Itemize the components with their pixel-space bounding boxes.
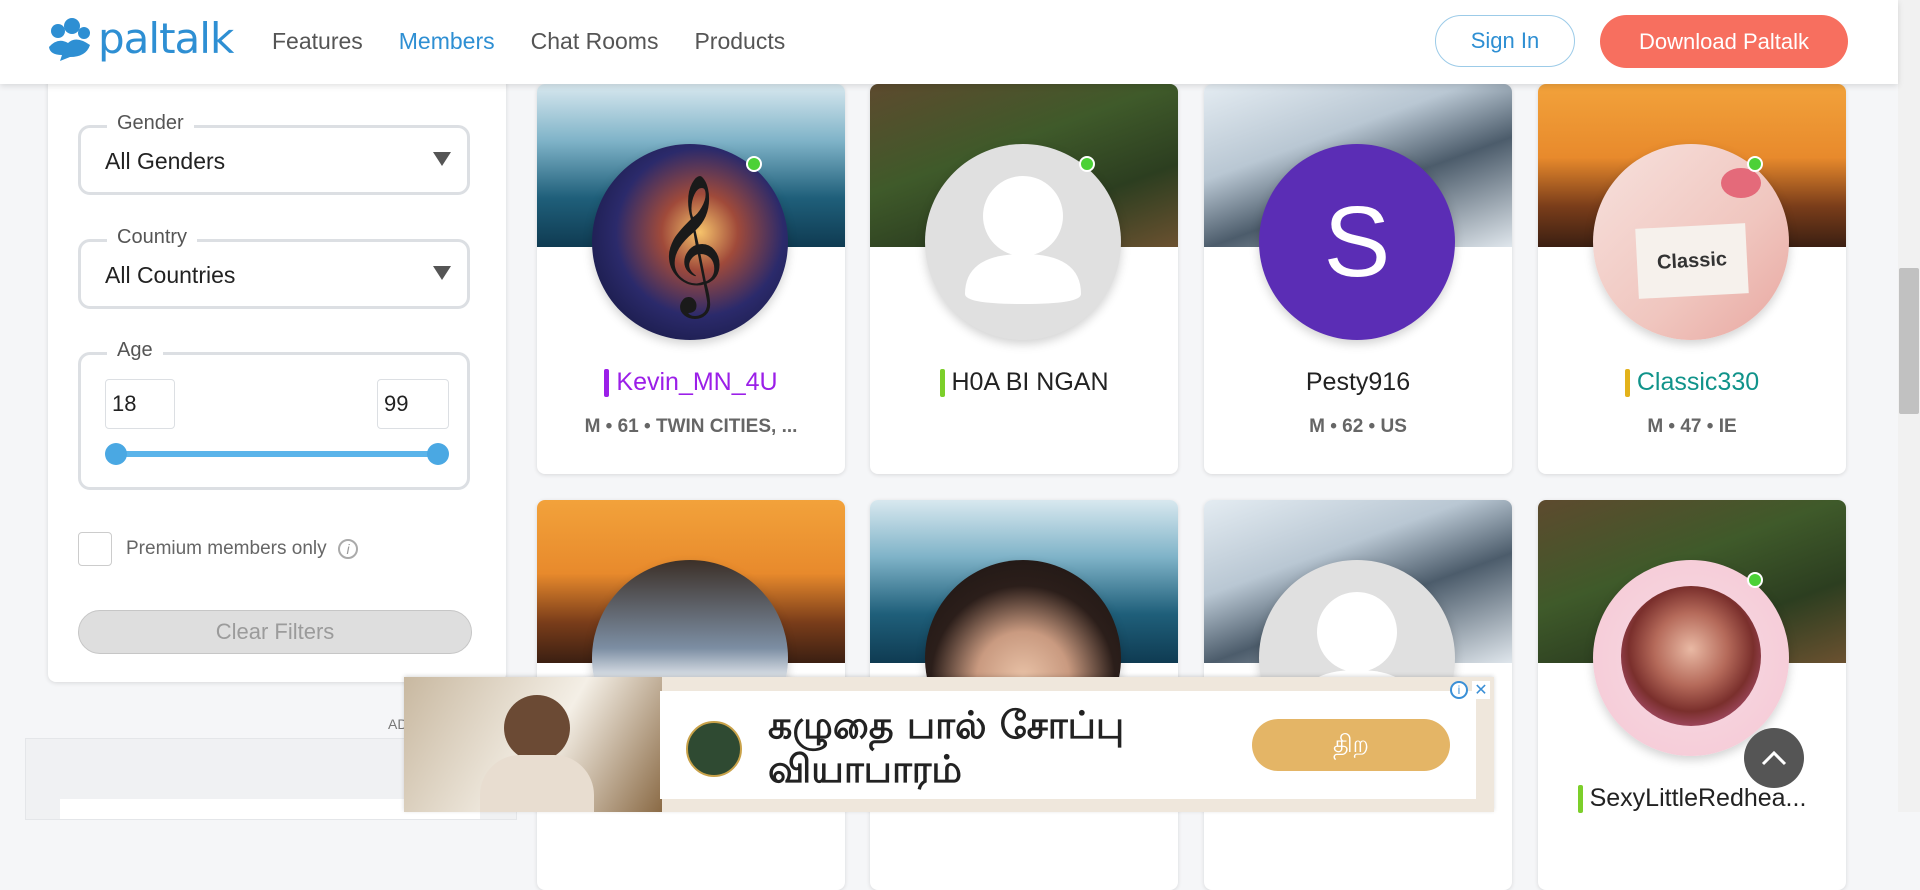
- ad-info-icon[interactable]: i: [1450, 681, 1468, 699]
- ad-content: கழுதை பால் சோப்பு வியாபாரம் திற: [660, 691, 1476, 799]
- default-user-icon: [965, 176, 1081, 304]
- member-details: M • 61 • TWIN CITIES, ...: [584, 416, 798, 437]
- member-card[interactable]: Classic Classic330 M • 47 • IE: [1538, 84, 1846, 474]
- main-nav: Features Members Chat Rooms Products: [272, 28, 821, 55]
- sign-in-button[interactable]: Sign In: [1435, 15, 1575, 67]
- premium-label: Premium members only: [126, 538, 327, 559]
- name-bar: [1577, 784, 1583, 813]
- member-name-text: SexyLittleRedhea...: [1589, 784, 1807, 812]
- scroll-to-top-button[interactable]: [1744, 728, 1804, 788]
- online-indicator: [746, 156, 762, 172]
- avatar: Classic: [1593, 144, 1789, 340]
- top-navigation-bar: paltalk Features Members Chat Rooms Prod…: [0, 0, 1898, 84]
- svg-text:𝄞: 𝄞: [655, 174, 726, 319]
- ad-text: கழுதை பால் சோப்பு வியாபாரம்: [768, 703, 1124, 791]
- age-slider-min-handle[interactable]: [105, 443, 127, 465]
- music-icon: 𝄞: [655, 174, 726, 319]
- member-name-text: Kevin_MN_4U: [616, 368, 778, 396]
- avatar-card: Classic: [1635, 223, 1749, 299]
- chevron-up-icon: [1761, 750, 1787, 766]
- download-paltalk-button[interactable]: Download Paltalk: [1600, 15, 1848, 68]
- member-name-text: Pesty916: [1305, 368, 1411, 396]
- chevron-down-icon: [433, 152, 451, 166]
- member-name: Classic330: [1538, 368, 1846, 397]
- paltalk-logo-icon: [49, 17, 90, 61]
- avatar-photo: [1621, 586, 1761, 726]
- age-min-input[interactable]: 18: [105, 379, 175, 429]
- name-bar: [604, 368, 610, 397]
- ad-logo-icon: [686, 721, 742, 777]
- age-legend: Age: [107, 339, 163, 362]
- nav-chat-rooms[interactable]: Chat Rooms: [531, 28, 659, 55]
- nav-products[interactable]: Products: [694, 28, 785, 55]
- member-details: M • 47 • IE: [1647, 416, 1737, 437]
- filter-panel: Gender All Genders Country All Countries…: [48, 60, 506, 682]
- ad-banner[interactable]: கழுதை பால் சோப்பு வியாபாரம் திற i ✕: [404, 677, 1494, 812]
- member-card[interactable]: SexyLittleRedhea...: [1538, 500, 1846, 890]
- online-indicator: [1747, 156, 1763, 172]
- nav-members[interactable]: Members: [399, 28, 495, 55]
- member-name: H0A BI NGAN: [870, 368, 1178, 397]
- ad-photo-head: [504, 695, 570, 761]
- ad-text-line1: கழுதை பால் சோப்பு: [768, 703, 1125, 747]
- member-name: Kevin_MN_4U: [537, 368, 845, 397]
- clear-filters-button[interactable]: Clear Filters: [78, 610, 472, 654]
- country-value: All Countries: [105, 262, 236, 288]
- member-card[interactable]: S Pesty916 M • 62 • US: [1204, 84, 1512, 474]
- logo-text: paltalk: [98, 14, 234, 63]
- member-card[interactable]: H0A BI NGAN: [870, 84, 1178, 474]
- member-details: M • 62 • US: [1309, 416, 1407, 437]
- rose-flower: [1721, 168, 1761, 198]
- age-max-input[interactable]: 99: [377, 379, 449, 429]
- name-bar: [1624, 368, 1630, 397]
- country-select[interactable]: Country All Countries: [78, 226, 470, 309]
- gender-value: All Genders: [105, 148, 226, 174]
- avatar: 𝄞: [592, 144, 788, 340]
- nav-features[interactable]: Features: [272, 28, 363, 55]
- online-indicator: [1747, 572, 1763, 588]
- online-indicator: [1079, 156, 1095, 172]
- avatar: S: [1259, 144, 1455, 340]
- age-slider-max-handle[interactable]: [427, 443, 449, 465]
- paltalk-logo[interactable]: paltalk: [46, 14, 234, 63]
- name-bar: [939, 368, 945, 397]
- ad-text-line2: வியாபாரம்: [768, 747, 963, 791]
- ad-photo: [404, 677, 662, 812]
- info-icon[interactable]: i: [338, 539, 358, 559]
- member-name-text: H0A BI NGAN: [951, 368, 1109, 396]
- avatar: [1593, 560, 1789, 756]
- member-card[interactable]: 𝄞 Kevin_MN_4U M • 61 • TWIN CITIES, ...: [537, 84, 845, 474]
- premium-checkbox[interactable]: [78, 532, 112, 566]
- avatar: [925, 144, 1121, 340]
- avatar-text: Classic: [1656, 247, 1728, 274]
- chevron-down-icon: [433, 266, 451, 280]
- avatar-letter: S: [1323, 185, 1391, 298]
- page-scrollbar-thumb[interactable]: [1899, 268, 1919, 414]
- age-slider-track: [117, 451, 435, 457]
- member-name: SexyLittleRedhea...: [1538, 784, 1846, 813]
- member-name-text: Classic330: [1636, 368, 1760, 396]
- ad-close-icon[interactable]: ✕: [1472, 681, 1490, 699]
- ad-cta-button[interactable]: திற: [1252, 719, 1450, 771]
- gender-select[interactable]: Gender All Genders: [78, 112, 470, 195]
- country-legend: Country: [107, 226, 198, 249]
- gender-legend: Gender: [107, 112, 194, 135]
- member-name: Pesty916: [1204, 368, 1512, 397]
- ad-photo-body: [480, 755, 594, 812]
- age-range: Age 18 99: [78, 339, 470, 490]
